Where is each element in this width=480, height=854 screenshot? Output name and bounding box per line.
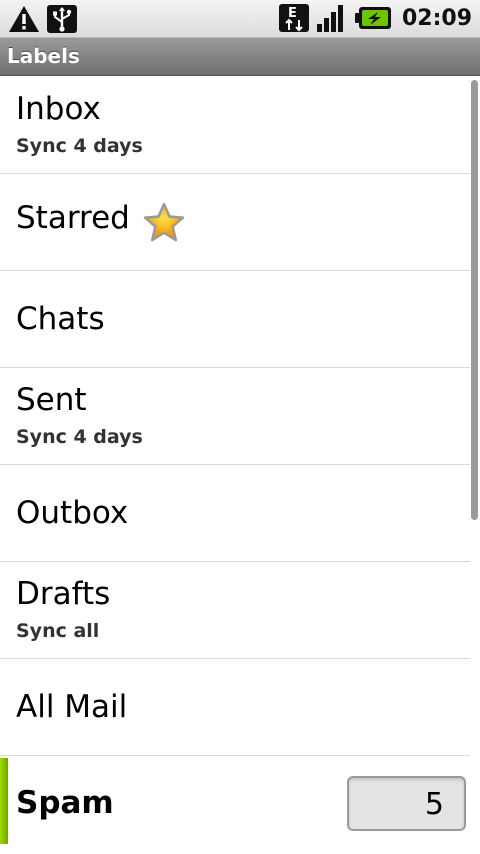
label-row-inbox[interactable]: Inbox Sync 4 days	[0, 77, 470, 174]
clock: 02:09	[401, 5, 472, 31]
label-name: All Mail	[16, 689, 128, 725]
label-name: Drafts	[16, 576, 111, 612]
label-row-sent[interactable]: Sent Sync 4 days	[0, 368, 470, 465]
label-row-outbox[interactable]: Outbox	[0, 465, 470, 562]
label-sync-status: Sync 4 days	[16, 135, 143, 157]
edge-data-icon: E	[278, 4, 309, 32]
label-row-drafts[interactable]: Drafts Sync all	[0, 562, 470, 659]
unread-indicator	[0, 758, 8, 844]
scrollbar[interactable]	[471, 80, 478, 520]
warning-icon	[9, 6, 39, 32]
label-row-chats[interactable]: Chats	[0, 271, 470, 368]
label-row-spam[interactable]: Spam 5	[0, 756, 470, 846]
notification-icons	[8, 4, 78, 34]
title-bar: Labels	[0, 38, 480, 76]
label-name: Sent	[16, 382, 87, 418]
battery-charging-icon	[354, 7, 391, 29]
usb-icon	[47, 5, 77, 33]
label-name: Chats	[16, 301, 105, 337]
page-title: Labels	[7, 44, 80, 68]
signal-icon	[316, 5, 343, 32]
label-name: Spam	[16, 785, 114, 821]
system-icons: E 02:09	[278, 3, 472, 33]
status-bar: E 02:09	[0, 0, 480, 38]
label-name: Inbox	[16, 91, 101, 127]
label-name: Outbox	[16, 495, 129, 531]
label-sync-status: Sync 4 days	[16, 426, 143, 448]
svg-text:E: E	[288, 6, 297, 21]
unread-count: 5	[424, 787, 444, 822]
star-icon	[143, 202, 185, 242]
unread-count-badge: 5	[347, 776, 466, 831]
label-row-starred[interactable]: Starred	[0, 174, 470, 271]
label-sync-status: Sync all	[16, 620, 100, 642]
label-row-all-mail[interactable]: All Mail	[0, 659, 470, 756]
label-list: Inbox Sync 4 days Starred Chats Sent Syn…	[0, 77, 470, 846]
label-name: Starred	[16, 200, 130, 236]
